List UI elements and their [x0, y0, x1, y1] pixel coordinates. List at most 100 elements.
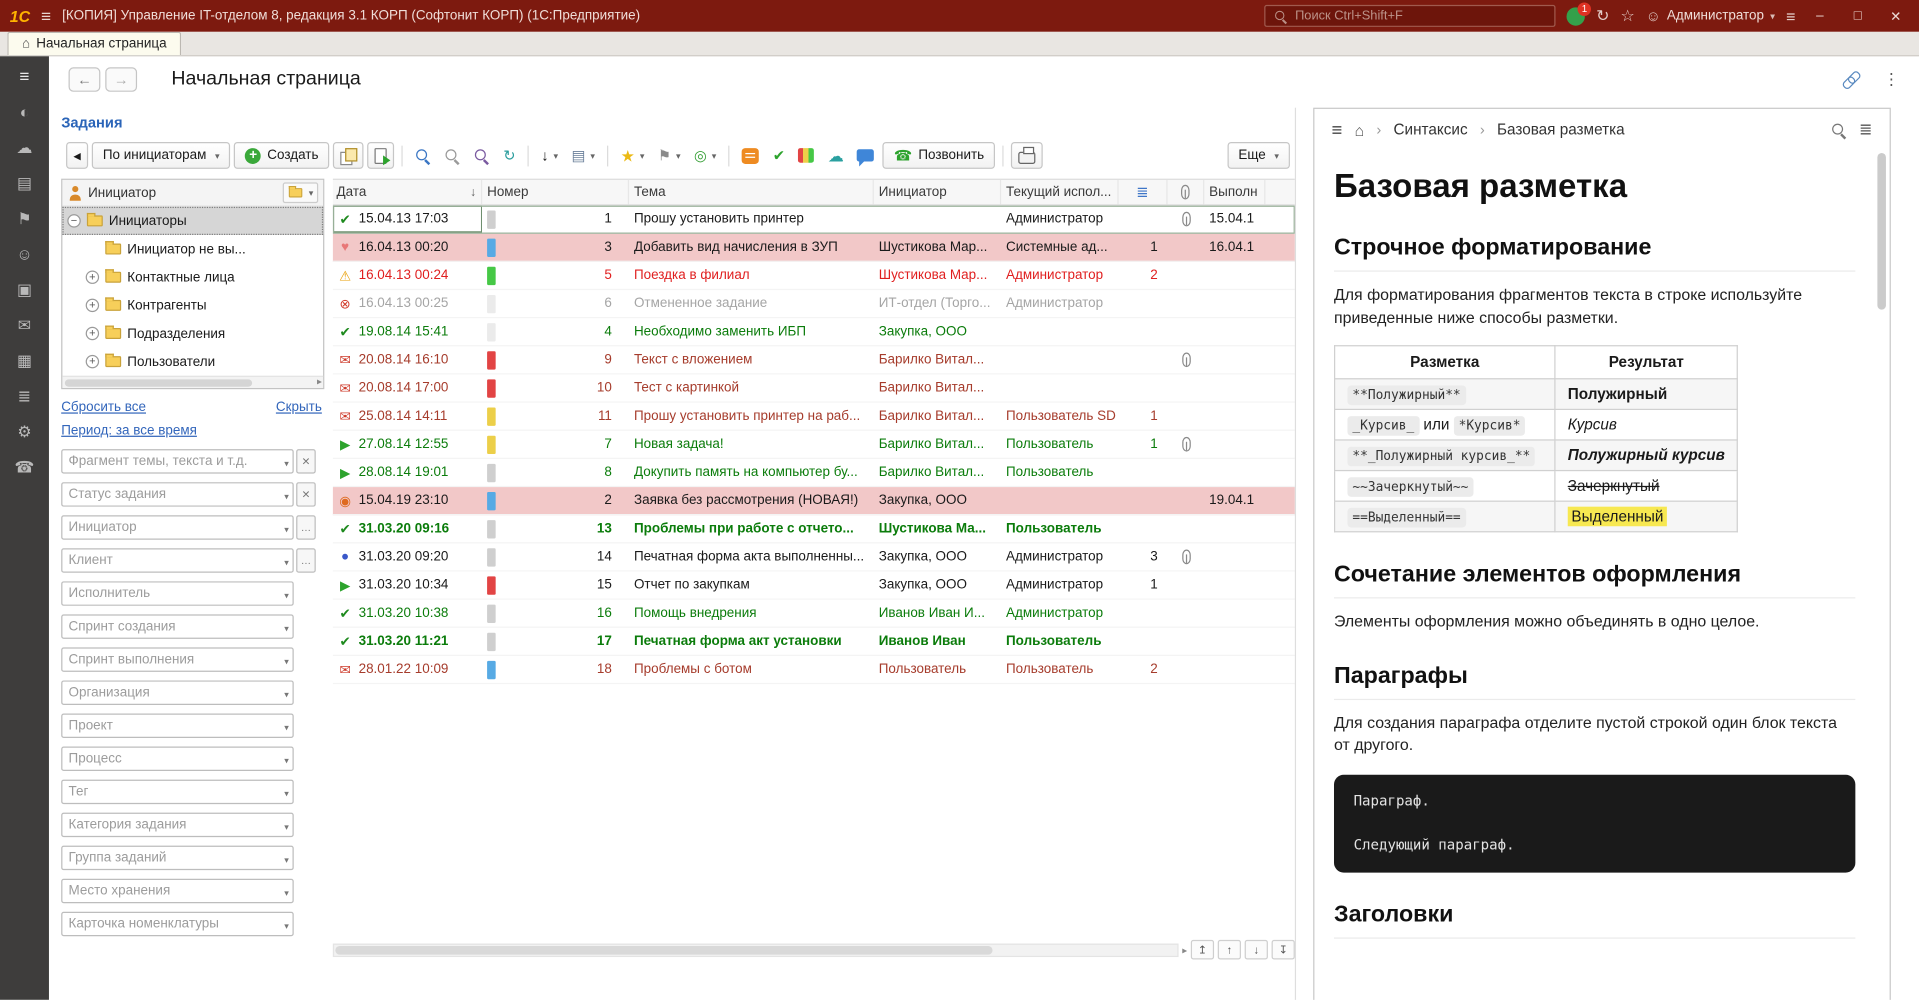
reset-all-link[interactable]: Сбросить все [61, 400, 146, 415]
minimize-button[interactable]: – [1806, 9, 1833, 24]
tree-item[interactable]: +Контактные лица [62, 263, 323, 291]
tree-item[interactable]: +Пользователи [62, 348, 323, 376]
filter-input[interactable] [62, 616, 292, 638]
filter-input[interactable] [62, 550, 292, 572]
pane-splitter[interactable] [1295, 108, 1296, 1000]
dropdown-caret-icon[interactable]: ▾ [284, 788, 289, 799]
filter-field[interactable]: ▾ [61, 515, 294, 539]
user-menu[interactable]: ☺ Администратор ▾ [1646, 9, 1775, 24]
dropdown-caret-icon[interactable]: ▾ [284, 689, 289, 700]
favorites-icon[interactable]: ☆ [1620, 6, 1634, 26]
dropdown-caret-icon[interactable]: ▾ [284, 590, 289, 601]
dropdown-caret-icon[interactable]: ▾ [284, 524, 289, 535]
column-header-attachments[interactable] [1168, 180, 1205, 204]
task-row[interactable]: ✉28.01.22 10:0918Проблемы с ботомПользов… [333, 656, 1295, 684]
task-row[interactable]: ●31.03.20 09:2014Печатная форма акта вып… [333, 543, 1295, 571]
marker-dropdown[interactable]: ◎▾ [689, 142, 721, 169]
go-last-button[interactable]: ↧ [1272, 940, 1295, 960]
get-link-icon[interactable] [1837, 67, 1863, 93]
go-next-button[interactable]: ↓ [1245, 940, 1268, 960]
filter-input[interactable] [62, 450, 292, 472]
column-header-done[interactable]: Выполн [1204, 180, 1265, 204]
cancel-find-button[interactable] [440, 142, 466, 169]
column-header-executor[interactable]: Текущий испол... [1001, 180, 1118, 204]
filter-field[interactable]: ▾ [61, 912, 294, 936]
find-button[interactable] [410, 142, 436, 169]
mail-icon[interactable]: ✉ [11, 315, 38, 336]
expand-icon[interactable]: + [86, 327, 99, 340]
group-by-dropdown[interactable]: По инициаторам▾ [92, 142, 231, 169]
global-search-input[interactable] [1295, 9, 1547, 24]
dropdown-caret-icon[interactable]: ▾ [284, 557, 289, 568]
filter-input[interactable] [62, 583, 292, 605]
tasks-section-title[interactable]: Задания [61, 114, 1295, 131]
filter-field[interactable]: ▾ [61, 647, 294, 671]
expand-icon[interactable]: + [86, 299, 99, 312]
dropdown-caret-icon[interactable]: ▾ [284, 656, 289, 667]
dropdown-caret-icon[interactable]: ▾ [284, 458, 289, 469]
create-button[interactable]: +Создать [234, 142, 329, 169]
task-row[interactable]: ▶28.08.14 19:018Докупить память на компь… [333, 459, 1295, 487]
chat-button[interactable] [852, 142, 879, 169]
filter-field[interactable]: ▾ [61, 747, 294, 771]
filter-input[interactable] [62, 748, 292, 770]
filter-input[interactable] [62, 483, 292, 505]
filter-field[interactable]: ▾ [61, 780, 294, 804]
clear-filter-button[interactable]: ✕ [296, 449, 316, 473]
filter-field[interactable]: ▾ [61, 714, 294, 738]
projects-icon[interactable]: ⚑ [11, 208, 38, 229]
history-icon[interactable]: ↻ [1596, 6, 1609, 26]
dropdown-caret-icon[interactable]: ▾ [284, 887, 289, 898]
global-search[interactable] [1264, 5, 1555, 27]
filter-field[interactable]: ▾ [61, 813, 294, 837]
create-based-on-button[interactable] [367, 142, 394, 169]
select-value-button[interactable]: … [296, 548, 316, 572]
dropdown-caret-icon[interactable]: ▾ [284, 623, 289, 634]
filter-input[interactable] [62, 715, 292, 737]
column-header-checklist[interactable]: ≣ [1119, 180, 1168, 204]
sort-dropdown[interactable]: ↓▾ [536, 142, 563, 169]
dropdown-caret-icon[interactable]: ▾ [284, 854, 289, 865]
view-dropdown[interactable]: ▤▾ [567, 142, 600, 169]
maximize-button[interactable]: □ [1844, 9, 1871, 24]
expand-icon[interactable]: + [86, 270, 99, 283]
advanced-find-button[interactable] [469, 142, 495, 169]
filter-input[interactable] [62, 682, 292, 704]
column-header-date[interactable]: Дата↓ [333, 180, 482, 204]
forward-button[interactable]: → [105, 67, 137, 91]
task-row[interactable]: ✔31.03.20 10:3816Помощь внедренияИванов … [333, 600, 1295, 628]
service-menu-icon[interactable]: ≡ [1786, 7, 1795, 25]
scrollbar-thumb[interactable] [1877, 153, 1886, 310]
task-row[interactable]: ⚠16.04.13 00:245Поездка в филиалШустиков… [333, 262, 1295, 290]
expand-icon[interactable]: + [86, 355, 99, 368]
tree-item[interactable]: +Контрагенты [62, 291, 323, 319]
warehouse-icon[interactable]: ▣ [11, 279, 38, 300]
collaboration-icon[interactable]: ☁ [11, 137, 38, 158]
comment-button[interactable] [737, 142, 764, 169]
filter-input[interactable] [62, 781, 292, 803]
task-row[interactable]: ♥16.04.13 00:203Добавить вид начисления … [333, 234, 1295, 262]
collapse-list-button[interactable]: ◂ [66, 142, 88, 169]
doc-scrollbar[interactable] [1876, 151, 1887, 1000]
watch-button[interactable]: ☁ [823, 142, 849, 169]
filter-field[interactable]: ▾ [61, 879, 294, 903]
tree-item[interactable]: Инициатор не вы... [62, 235, 323, 263]
column-header-number[interactable]: Номер [482, 180, 629, 204]
filter-field[interactable]: ▾ [61, 449, 294, 473]
main-menu-icon[interactable]: ≡ [11, 66, 38, 87]
go-previous-button[interactable]: ↑ [1218, 940, 1241, 960]
task-row[interactable]: ✉20.08.14 17:0010Тест с картинкойБарилко… [333, 374, 1295, 402]
close-button[interactable]: ✕ [1882, 8, 1909, 24]
period-link[interactable]: Период: за все время [61, 423, 324, 438]
task-row[interactable]: ✉25.08.14 14:1111Прошу установить принте… [333, 403, 1295, 431]
favorites-dropdown[interactable]: ★▾ [616, 142, 650, 169]
filter-field[interactable]: ▾ [61, 482, 294, 506]
task-row[interactable]: ✔31.03.20 11:2117Печатная форма акт уста… [333, 628, 1295, 656]
scroll-right-icon[interactable]: ▸ [317, 376, 322, 387]
filter-field[interactable]: ▾ [61, 548, 294, 572]
filter-field[interactable]: ▾ [61, 846, 294, 870]
task-row[interactable]: ✉20.08.14 16:109Текст с вложениемБарилко… [333, 346, 1295, 374]
calendar-icon[interactable]: ▦ [11, 350, 38, 371]
go-first-button[interactable]: ↥ [1191, 940, 1214, 960]
doc-search-icon[interactable] [1831, 122, 1847, 138]
